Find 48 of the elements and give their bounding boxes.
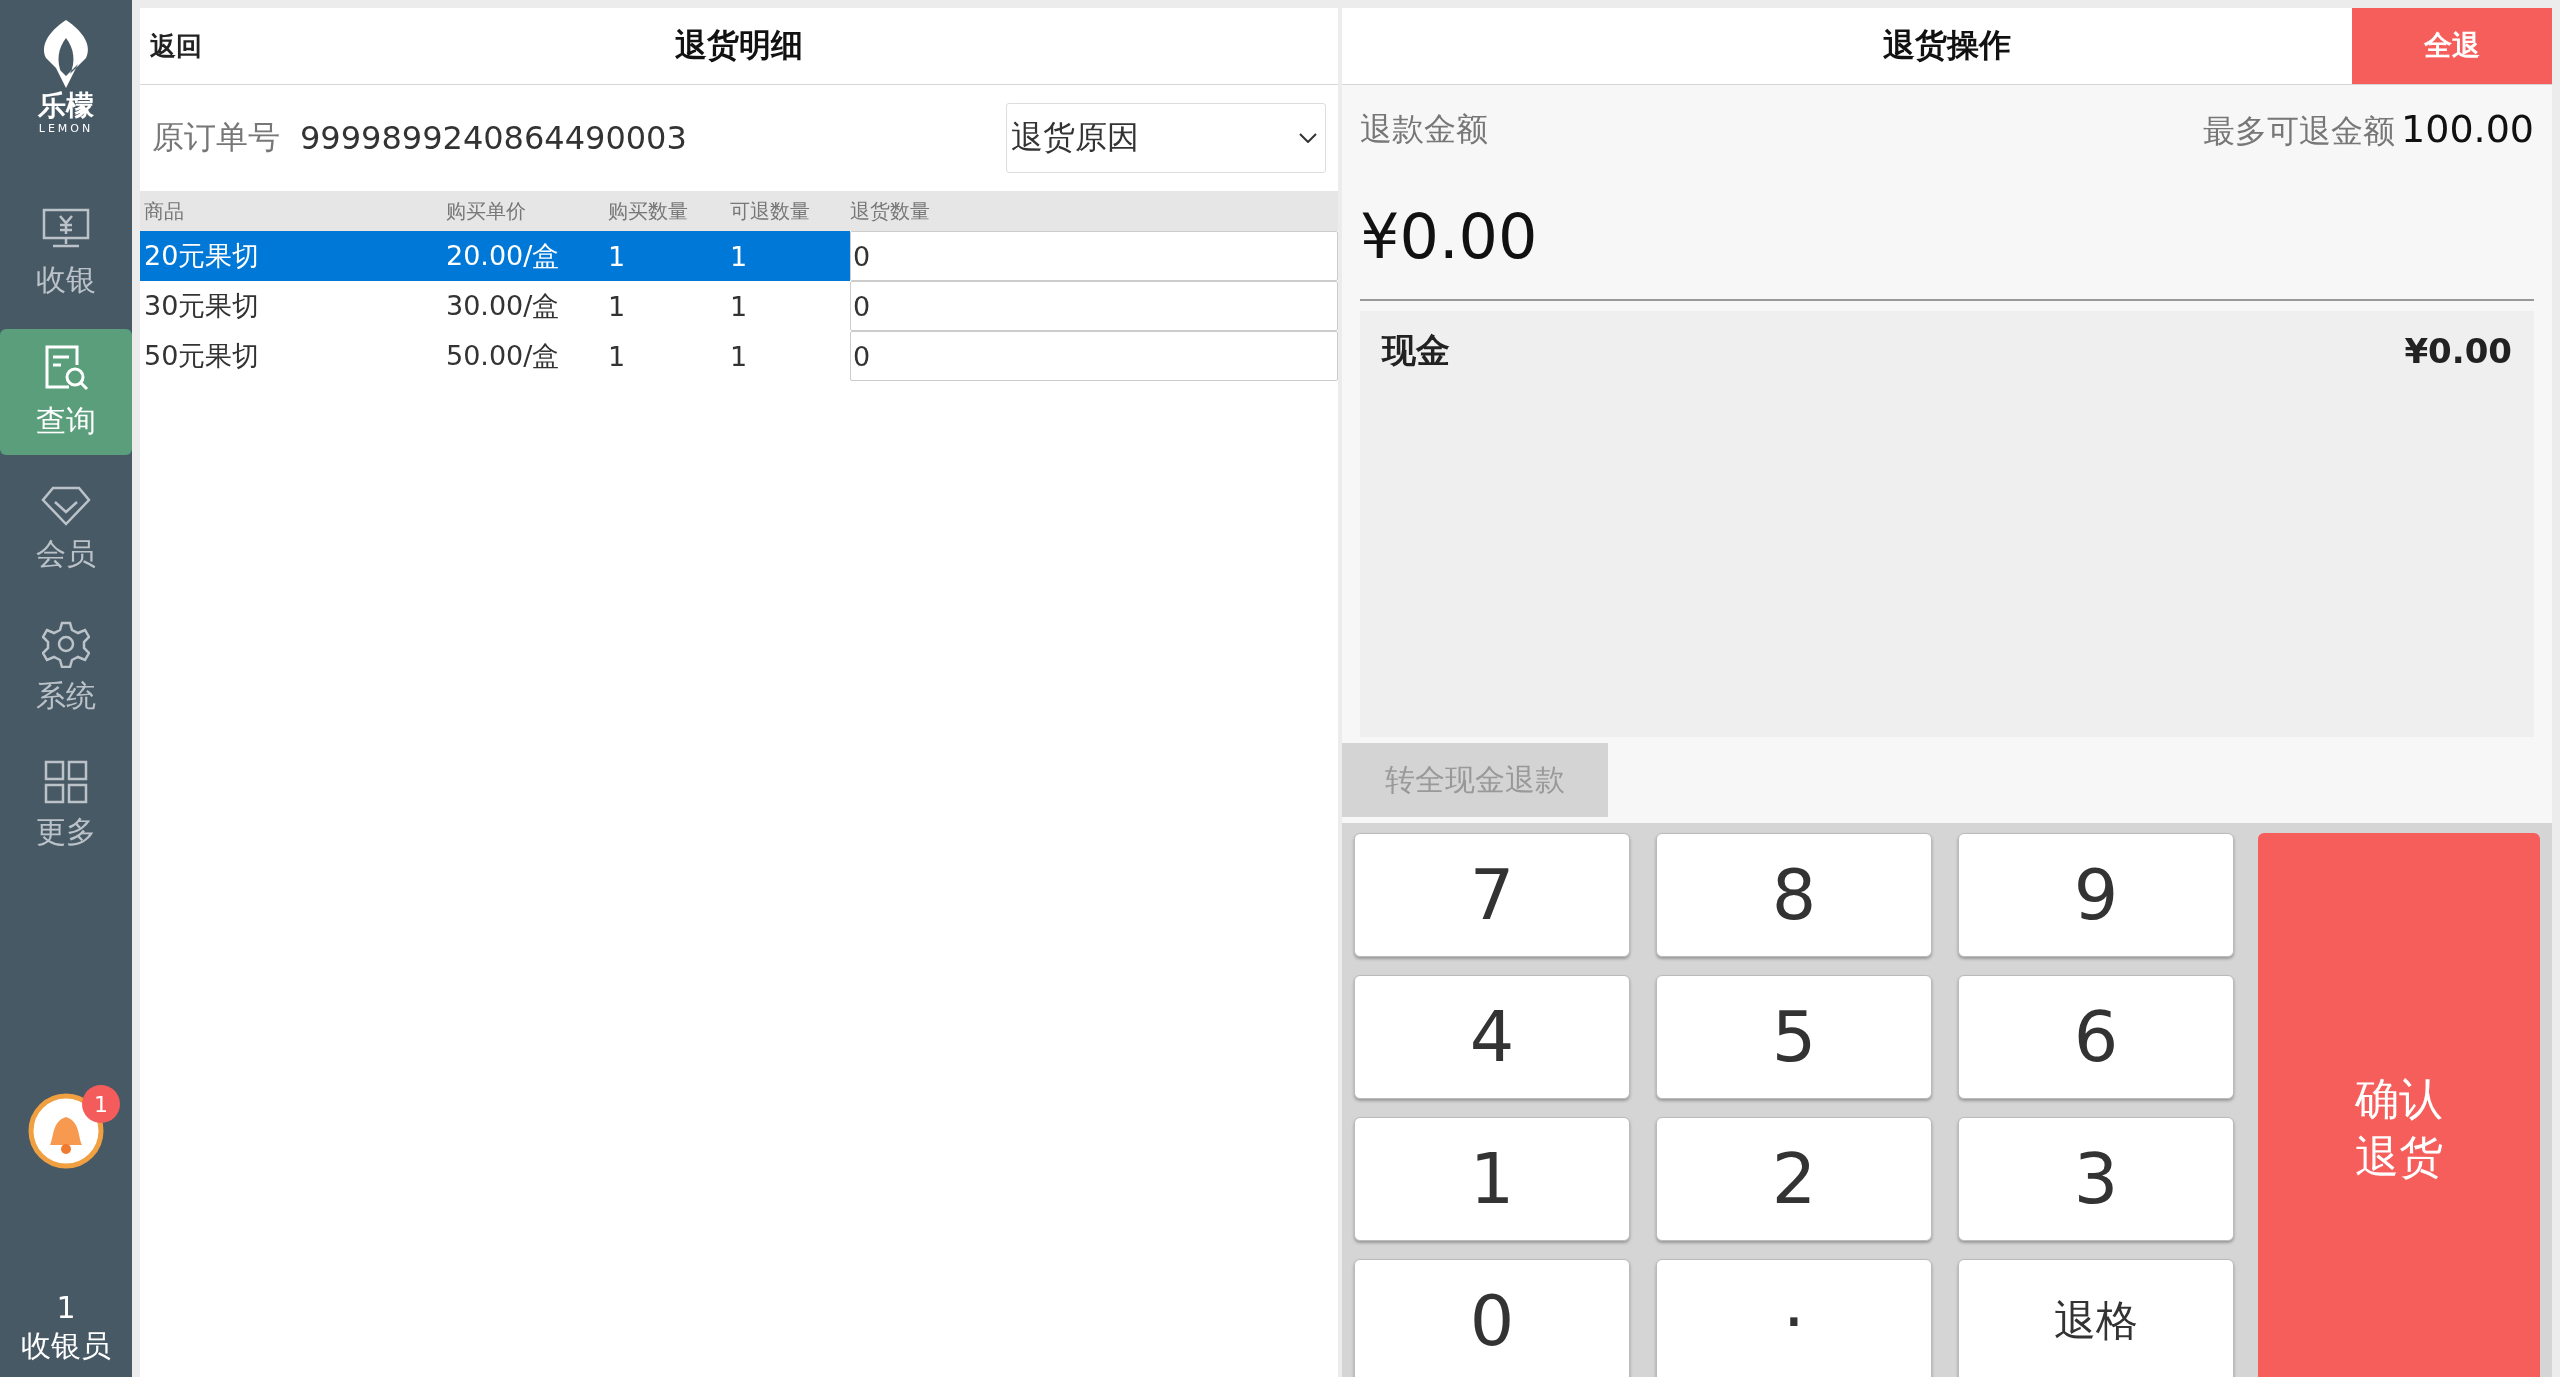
keypad-key[interactable]: 1 <box>1354 1117 1630 1241</box>
panel-title: 退货明细 <box>675 25 803 66</box>
user-id: 1 <box>56 1289 76 1327</box>
max-refund-label: 最多可退金额 <box>2203 111 2396 150</box>
column-header: 退货数量 <box>850 197 930 225</box>
reason-select[interactable]: 退货原因 <box>1006 103 1326 173</box>
payment-method: 现金 <box>1382 329 1450 372</box>
column-header: 购买单价 <box>445 197 527 225</box>
keypad-key[interactable]: 5 <box>1656 975 1932 1099</box>
refund-amount: ¥0.00 <box>1360 175 2534 301</box>
order-number: 9999899240864490003 <box>300 119 688 157</box>
logo-text: 乐檬 <box>38 90 94 122</box>
nav-item[interactable]: 更多 <box>0 743 132 869</box>
keypad-key[interactable]: 0 <box>1354 1259 1630 1377</box>
order-label: 原订单号 <box>152 117 280 158</box>
panel-title: 退货操作 <box>1883 25 2011 66</box>
keypad-key[interactable]: 8 <box>1656 833 1932 957</box>
keypad-key[interactable]: 3 <box>1958 1117 2234 1241</box>
column-header: 可退数量 <box>729 197 811 225</box>
column-header: 商品 <box>143 197 185 225</box>
keypad-key[interactable]: . <box>1656 1259 1932 1377</box>
table-row[interactable]: 50元果切 50.00/盒 1 1 <box>140 331 850 381</box>
user-role: 收银员 <box>21 1327 111 1365</box>
diamond-icon <box>41 485 91 526</box>
column-header: 购买数量 <box>607 197 689 225</box>
table-row[interactable]: 20元果切 20.00/盒 1 1 <box>140 231 850 281</box>
return-quantity-input[interactable]: 0 <box>850 231 1338 281</box>
keypad-key[interactable]: 4 <box>1354 975 1630 1099</box>
logo-subtext: LEMON <box>38 122 94 135</box>
grid-icon <box>44 759 88 804</box>
notification-badge: 1 <box>82 1085 120 1123</box>
keypad-key[interactable]: 退格 <box>1958 1259 2234 1377</box>
max-refund-value: 100.00 <box>2401 106 2534 151</box>
table-row[interactable]: 30元果切 30.00/盒 1 1 <box>140 281 850 331</box>
nav-item[interactable]: 会员 <box>0 467 132 593</box>
settings-icon <box>42 619 90 668</box>
nav-item[interactable]: 收银 <box>0 191 132 317</box>
keypad-key[interactable]: 9 <box>1958 833 2234 957</box>
keypad-key[interactable]: 2 <box>1656 1117 1932 1241</box>
refund-label: 退款金额 <box>1360 109 1488 150</box>
nav-item[interactable]: 系统 <box>0 605 132 731</box>
payment-amount: ¥0.00 <box>2404 331 2512 371</box>
keypad-key[interactable]: 7 <box>1354 833 1630 957</box>
chevron-down-icon <box>1299 133 1317 143</box>
return-quantity-input[interactable]: 0 <box>850 281 1338 331</box>
back-button[interactable]: 返回 <box>140 28 212 64</box>
return-quantity-input[interactable]: 0 <box>850 331 1338 381</box>
keypad-key[interactable]: 6 <box>1958 975 2234 1099</box>
